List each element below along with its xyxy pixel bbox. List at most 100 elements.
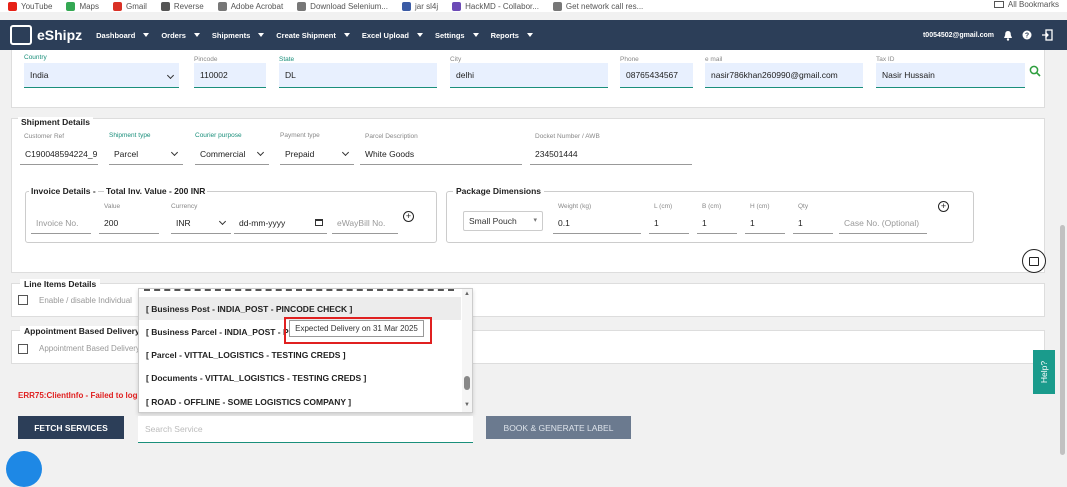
floating-box-icon[interactable] xyxy=(1022,249,1046,273)
bookmark-item[interactable]: Reverse xyxy=(160,1,204,11)
weight-field[interactable]: 0.1 xyxy=(553,212,641,234)
bookmark-item[interactable]: jar sl4j xyxy=(402,1,438,11)
payment-type-label: Payment type xyxy=(280,132,320,139)
add-package-icon[interactable]: + xyxy=(938,201,949,212)
chat-bubble-button[interactable] xyxy=(6,451,42,487)
nav-item-reports[interactable]: Reports xyxy=(491,31,533,40)
country-select[interactable]: India xyxy=(24,63,179,88)
payment-type-select[interactable]: Prepaid xyxy=(280,143,354,165)
line-items-title: Line Items Details xyxy=(20,279,101,289)
chevron-down-icon xyxy=(341,148,350,157)
add-invoice-icon[interactable]: + xyxy=(403,211,414,222)
pincode-field[interactable]: 110002 xyxy=(194,63,266,88)
quantity-field[interactable]: 1 xyxy=(793,212,833,234)
length-field[interactable]: 1 xyxy=(649,212,689,234)
email-field[interactable]: nasir786khan260990@gmail.com xyxy=(705,63,863,88)
bookmark-item[interactable]: Get network call res... xyxy=(552,1,643,11)
line-items-checkbox[interactable] xyxy=(18,295,28,305)
page-scrollbar[interactable] xyxy=(1058,50,1067,465)
nav-item-excel-upload[interactable]: Excel Upload xyxy=(362,31,423,40)
book-generate-label-button[interactable]: BOOK & GENERATE LABEL xyxy=(486,416,631,439)
ewaybill-field[interactable]: eWayBill No. xyxy=(332,212,398,234)
length-label: L (cm) xyxy=(654,203,673,210)
scroll-up-icon[interactable]: ▲ xyxy=(464,291,470,297)
chevron-down-icon xyxy=(166,71,175,80)
folder-icon xyxy=(993,1,1004,8)
taxid-label: Tax ID xyxy=(876,56,895,63)
service-option[interactable]: [ Parcel - VITTAL_LOGISTICS - TESTING CR… xyxy=(139,344,461,367)
calendar-icon[interactable] xyxy=(315,219,323,226)
bookmark-favicon-icon xyxy=(160,1,170,11)
nav-item-settings[interactable]: Settings xyxy=(435,31,479,40)
error-message: ERR75:ClientInfo - Failed to log xyxy=(18,391,138,400)
service-option[interactable]: [ Documents - VITTAL_LOGISTICS - TESTING… xyxy=(139,367,461,390)
caret-down-icon xyxy=(526,33,533,37)
docket-field[interactable]: 234501444 xyxy=(530,143,692,165)
appointment-checkbox[interactable] xyxy=(18,344,28,354)
logout-icon[interactable] xyxy=(1041,29,1053,41)
bookmark-item[interactable]: Download Selenium... xyxy=(297,1,388,11)
chevron-down-icon xyxy=(170,148,179,157)
phone-field[interactable]: 08765434567 xyxy=(620,63,693,88)
invoice-value-field[interactable]: 200 xyxy=(99,212,159,234)
country-label: Country xyxy=(24,54,47,61)
taxid-field[interactable]: Nasir Hussain xyxy=(876,63,1025,88)
fetch-services-button[interactable]: FETCH SERVICES xyxy=(18,416,124,439)
scroll-down-icon[interactable]: ▼ xyxy=(464,402,470,408)
state-label: State xyxy=(279,56,295,63)
bookmark-item[interactable]: YouTube xyxy=(8,1,52,11)
case-number-field[interactable]: Case No. (Optional) xyxy=(839,212,927,234)
svg-text:?: ? xyxy=(1025,33,1029,40)
search-service-field[interactable]: Search Service xyxy=(138,416,473,443)
caret-down-icon xyxy=(258,33,265,37)
chevron-down-icon xyxy=(256,148,265,157)
help-tab[interactable]: Help? xyxy=(1033,350,1055,394)
user-email[interactable]: t0054502@gmail.com xyxy=(923,32,994,39)
invoice-details-title: Invoice Details - xyxy=(29,186,98,196)
docket-label: Docket Number / AWB xyxy=(535,133,600,140)
service-dropdown: ▲ ▼ [ Business Post - INDIA_POST - PINCO… xyxy=(138,288,473,413)
scroll-thumb[interactable] xyxy=(464,376,470,390)
package-dimensions-title: Package Dimensions xyxy=(453,186,545,196)
height-field[interactable]: 1 xyxy=(745,212,785,234)
invoice-value-label: Value xyxy=(104,203,121,210)
nav-item-orders[interactable]: Orders xyxy=(161,31,200,40)
appointment-title: Appointment Based Delivery xyxy=(20,326,144,336)
currency-select[interactable]: INR xyxy=(171,212,231,234)
city-field[interactable]: delhi xyxy=(450,63,608,88)
service-option[interactable]: [ ROAD - OFFLINE - SOME LOGISTICS COMPAN… xyxy=(139,390,461,413)
dropdown-scrollbar[interactable]: ▲ ▼ xyxy=(462,289,472,412)
email-label: e mail xyxy=(705,56,723,63)
package-type-select[interactable]: Small Pouch ▾ xyxy=(463,211,543,231)
bookmark-item[interactable]: HackMD - Collabor... xyxy=(452,1,539,11)
customer-ref-field[interactable]: C190048594224_9 xyxy=(20,143,98,165)
shipment-type-label: Shipment type xyxy=(109,132,151,139)
courier-purpose-select[interactable]: Commercial xyxy=(195,143,269,165)
bookmark-item[interactable]: Maps xyxy=(66,1,99,11)
invoice-number-field[interactable]: Invoice No. xyxy=(31,212,91,234)
nav-item-create-shipment[interactable]: Create Shipment xyxy=(276,31,350,40)
bookmark-item[interactable]: Adobe Acrobat xyxy=(217,1,283,11)
bookmark-item[interactable]: Gmail xyxy=(113,1,147,11)
shipment-type-select[interactable]: Parcel xyxy=(109,143,183,165)
city-label: City xyxy=(450,56,462,63)
nav-item-dashboard[interactable]: Dashboard xyxy=(96,31,150,40)
bell-icon[interactable] xyxy=(1003,30,1013,41)
bookmark-favicon-icon xyxy=(8,1,17,11)
all-bookmarks[interactable]: All Bookmarks xyxy=(993,0,1059,9)
page-scroll-thumb[interactable] xyxy=(1060,225,1065,455)
parcel-description-field[interactable]: White Goods xyxy=(360,143,522,165)
brand-logo[interactable]: eShipz xyxy=(10,25,82,45)
search-icon[interactable] xyxy=(1029,65,1041,77)
bookmark-favicon-icon xyxy=(217,1,227,11)
breadth-field[interactable]: 1 xyxy=(697,212,737,234)
bookmark-favicon-icon xyxy=(66,1,76,11)
state-field[interactable]: DL xyxy=(279,63,437,88)
line-items-toggle-label: Enable / disable Individual xyxy=(39,296,132,305)
help-circle-icon[interactable]: ? xyxy=(1022,30,1032,40)
caret-down-icon xyxy=(472,33,479,37)
nav-item-shipments[interactable]: Shipments xyxy=(212,31,265,40)
invoice-date-field[interactable]: dd-mm-yyyy xyxy=(234,212,327,234)
phone-label: Phone xyxy=(620,56,639,63)
caret-down-icon xyxy=(143,33,150,37)
